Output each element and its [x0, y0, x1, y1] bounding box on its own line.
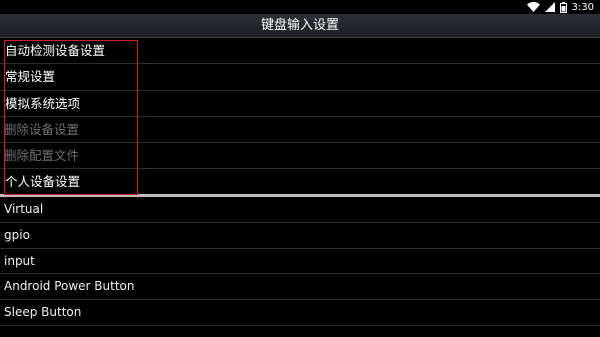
status-icons: 3:30: [526, 1, 594, 13]
device-item-gpio[interactable]: gpio: [0, 223, 600, 249]
device-item-android-power-button[interactable]: Android Power Button: [0, 274, 600, 301]
menu-item-delete-profile: 删除配置文件: [0, 143, 600, 170]
title-bar: 键盘输入设置: [0, 14, 600, 38]
status-bar: 3:30: [0, 0, 600, 14]
app-screen: 3:30 键盘输入设置 自动检测设备设置 常规设置 模拟系统选项 删除设备设置 …: [0, 0, 600, 337]
device-item-virtual[interactable]: Virtual: [0, 197, 600, 223]
signal-icon: [544, 2, 555, 12]
page-title: 键盘输入设置: [260, 18, 339, 33]
menu-item-auto-detect[interactable]: 自动检测设备设置: [0, 38, 600, 65]
settings-menu: 自动检测设备设置 常规设置 模拟系统选项 删除设备设置 删除配置文件 个人设备设…: [0, 38, 600, 196]
device-item-sleep-button[interactable]: Sleep Button: [0, 300, 600, 326]
menu-item-general[interactable]: 常规设置: [0, 64, 600, 91]
battery-icon: [559, 1, 567, 13]
menu-item-personal-device[interactable]: 个人设备设置: [0, 169, 600, 196]
device-list: Virtual gpio input Android Power Button …: [0, 197, 600, 326]
menu-item-delete-device-settings: 删除设备设置: [0, 117, 600, 144]
status-time: 3:30: [571, 1, 594, 13]
wifi-icon: [526, 2, 540, 12]
menu-item-emulation-options[interactable]: 模拟系统选项: [0, 91, 600, 117]
device-item-input[interactable]: input: [0, 249, 600, 275]
